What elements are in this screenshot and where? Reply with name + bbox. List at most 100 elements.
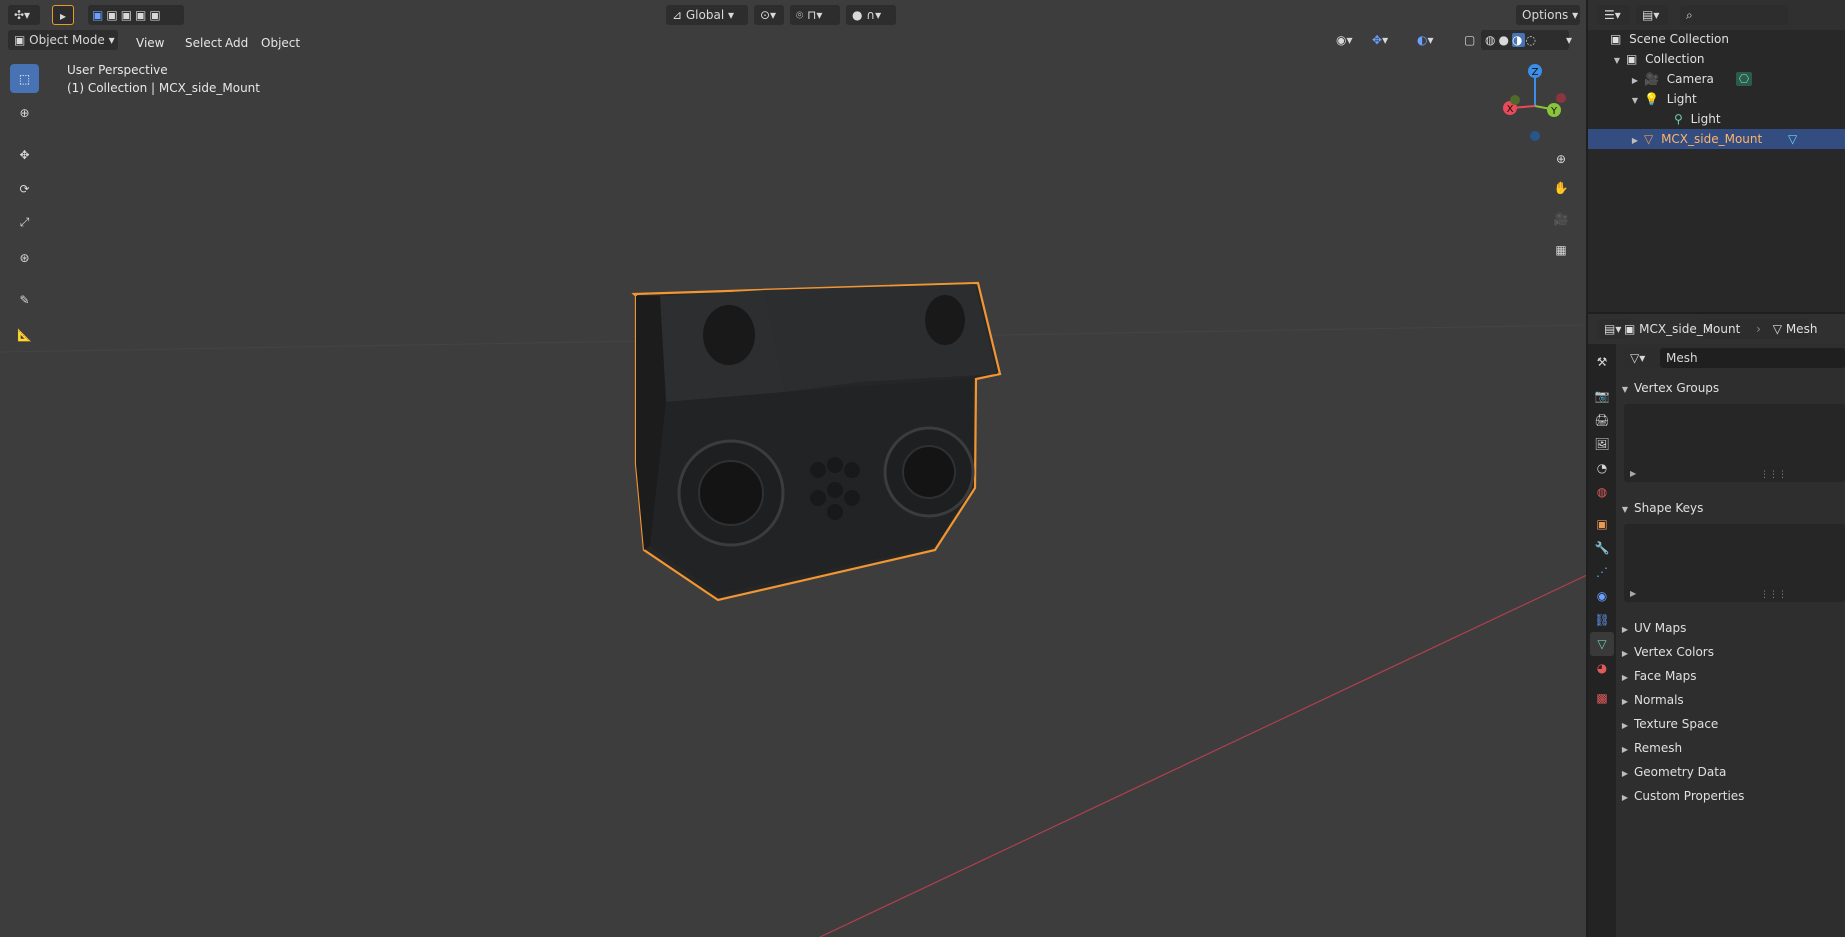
tab-object[interactable]: ▣ [1590, 512, 1614, 536]
outliner-item-mcx-side-mount[interactable]: ▶ ▽ MCX_side_Mount ▽ [1588, 129, 1845, 149]
panel-face-maps[interactable]: ▶ Face Maps [1616, 665, 1845, 687]
rotate-tool[interactable]: ⟳ [10, 174, 39, 203]
mesh-browse-button[interactable]: ▽▾ [1624, 348, 1660, 368]
3d-viewport[interactable]: ✣▾ ▸ ▣▣▣▣▣ ⊿ Global ▾ ⊙▾ ⌾ ⊓▾ ● ∩▾ Optio… [0, 0, 1587, 937]
panel-texture-space[interactable]: ▶ Texture Space [1616, 713, 1845, 735]
ortho-toggle-button[interactable]: ▦ [1547, 236, 1575, 264]
zoom-button[interactable]: ⊕ [1547, 145, 1575, 173]
resize-handle-icon[interactable]: ⋮⋮⋮ [1760, 470, 1787, 480]
menu-object[interactable]: Object [256, 33, 305, 53]
shape-keys-list[interactable]: ▶ ⋮⋮⋮ [1624, 524, 1845, 602]
proportional-edit-dropdown[interactable]: ● ∩▾ [846, 5, 896, 25]
outliner-item-camera[interactable]: ▶ 🎥 Camera ⎔ [1588, 69, 1845, 89]
shading-options-dropdown[interactable]: ▾ [1564, 30, 1582, 50]
transform-tool[interactable]: ⊛ [10, 243, 39, 272]
expand-triangle-icon[interactable]: ▶ [1626, 71, 1644, 91]
properties-editor[interactable]: ▤▾ ⌕ ⚒ 📷 🖨 🖼 ◔ ◍ ▣ 🔧 ⋰ ◉ ⛓ ▽ ◕ ▩ ▣ MCX_s… [1588, 314, 1845, 937]
expand-triangle-icon[interactable]: ▶ [1630, 589, 1636, 598]
select-tool-button[interactable]: ▸ [52, 5, 74, 25]
shading-mode-buttons[interactable]: ◍●◑◌ [1481, 30, 1569, 50]
expand-triangle-icon: ▶ [1621, 649, 1629, 658]
select-new-icon[interactable]: ▣ [92, 8, 106, 22]
outliner-item-light[interactable]: ▼ 💡 Light [1588, 89, 1845, 109]
expand-triangle-icon[interactable]: ▶ [1626, 131, 1644, 151]
tab-physics[interactable]: ◉ [1590, 584, 1614, 608]
tab-mesh-data[interactable]: ▽ [1590, 632, 1614, 656]
rendered-shading-icon[interactable]: ◌ [1525, 33, 1538, 47]
panel-vertex-colors[interactable]: ▶ Vertex Colors [1616, 641, 1845, 663]
transform-orientation-dropdown[interactable]: ⊿ Global ▾ [666, 5, 748, 25]
tab-render[interactable]: 📷 [1590, 384, 1614, 408]
viewport-scene[interactable] [0, 0, 1587, 937]
tab-scene[interactable]: ◔ [1590, 456, 1614, 480]
xray-toggle[interactable]: ▢ [1458, 30, 1476, 50]
tab-world[interactable]: ◍ [1590, 480, 1614, 504]
outliner-search-input[interactable]: ⌕ [1680, 5, 1788, 25]
tab-particles[interactable]: ⋰ [1590, 560, 1614, 584]
wireframe-shading-icon[interactable]: ◍ [1485, 33, 1498, 47]
camera-data-icon[interactable]: ⎔ [1735, 72, 1753, 86]
panel-custom-properties[interactable]: ▶ Custom Properties [1616, 785, 1845, 807]
mesh-data-icon[interactable]: ▽ [1788, 132, 1797, 146]
tab-material[interactable]: ◕ [1590, 656, 1614, 680]
tab-modifiers[interactable]: 🔧 [1590, 536, 1614, 560]
select-subtract-icon[interactable]: ▣ [121, 8, 135, 22]
outliner-item-collection[interactable]: ▼ ▣ Collection [1588, 49, 1845, 69]
transform-icon: ⊛ [19, 250, 30, 265]
orientation-icon: ⊿ [672, 8, 686, 22]
overlay-toggle[interactable]: ◐▾ [1411, 30, 1445, 50]
mesh-name-field[interactable]: Mesh [1660, 348, 1845, 368]
annotate-tool[interactable]: ✎ [10, 285, 39, 314]
tab-output[interactable]: 🖨 [1590, 408, 1614, 432]
panel-uv-maps[interactable]: ▶ UV Maps [1616, 617, 1845, 639]
panel-normals[interactable]: ▶ Normals [1616, 689, 1845, 711]
zoom-icon: ⊕ [1555, 152, 1567, 166]
vertex-groups-list[interactable]: ▶ ⋮⋮⋮ [1624, 404, 1845, 482]
mode-dropdown[interactable]: ▣ Object Mode ▾ [8, 30, 118, 50]
panel-geometry-data[interactable]: ▶ Geometry Data [1616, 761, 1845, 783]
material-shading-icon[interactable]: ◑ [1511, 33, 1526, 47]
collection-icon: ▣ [1626, 52, 1638, 66]
navigation-gizmo[interactable]: Z Y X [1490, 58, 1570, 148]
move-icon: ✥ [19, 147, 30, 162]
object-top-face-right [765, 284, 997, 392]
editor-type-button[interactable]: ✣▾ [8, 5, 40, 25]
outliner-editor-type-button[interactable]: ☰▾ [1598, 5, 1630, 25]
outliner-editor[interactable]: ☰▾ ▤▾ ⌕ ▣ Scene Collection ▼ ▣ Collection… [1588, 0, 1845, 312]
display-mode-dropdown[interactable]: ▤▾ [1636, 5, 1668, 25]
tab-tool[interactable]: ⚒ [1590, 350, 1614, 374]
selection-mode-buttons[interactable]: ▣▣▣▣▣ [88, 5, 184, 25]
camera-object-icon: 🎥 [1644, 72, 1659, 86]
camera-view-button[interactable]: 🎥 [1547, 205, 1575, 233]
options-dropdown[interactable]: Options ▾ [1516, 5, 1580, 25]
cursor-tool[interactable]: ⊕ [10, 98, 39, 127]
panel-shape-keys[interactable]: ▼ Shape Keys [1616, 497, 1845, 519]
move-tool[interactable]: ✥ [10, 140, 39, 169]
measure-tool[interactable]: 📐 [10, 320, 39, 349]
expand-triangle-icon[interactable]: ▶ [1630, 469, 1636, 478]
select-intersect-icon[interactable]: ▣ [149, 8, 163, 22]
pivot-point-dropdown[interactable]: ⊙▾ [754, 5, 784, 25]
resize-handle-icon[interactable]: ⋮⋮⋮ [1760, 590, 1787, 600]
outliner-item-light-data[interactable]: ⚲ Light [1588, 109, 1845, 129]
gizmo-toggle[interactable]: ✥▾ [1366, 30, 1400, 50]
tab-constraints[interactable]: ⛓ [1590, 608, 1614, 632]
mounting-hole-right [925, 295, 965, 345]
menu-view[interactable]: View [131, 33, 169, 53]
panel-remesh[interactable]: ▶ Remesh [1616, 737, 1845, 759]
solid-shading-icon[interactable]: ● [1498, 33, 1511, 47]
visibility-dropdown[interactable]: ◉▾ [1330, 30, 1360, 50]
collapse-triangle-icon[interactable]: ▼ [1608, 51, 1626, 71]
snap-dropdown[interactable]: ⌾ ⊓▾ [790, 5, 840, 25]
select-invert-icon[interactable]: ▣ [135, 8, 149, 22]
tab-view-layer[interactable]: 🖼 [1590, 432, 1614, 456]
panel-vertex-groups[interactable]: ▼ Vertex Groups [1616, 377, 1845, 399]
select-box-tool[interactable]: ⬚ [10, 64, 39, 93]
tab-texture[interactable]: ▩ [1590, 686, 1614, 710]
collapse-triangle-icon[interactable]: ▼ [1626, 91, 1644, 111]
outliner-scene-collection[interactable]: ▣ Scene Collection [1588, 29, 1845, 49]
select-extend-icon[interactable]: ▣ [106, 8, 120, 22]
scale-tool[interactable]: ⤢ [10, 208, 39, 237]
pan-button[interactable]: ✋ [1547, 174, 1575, 202]
menu-add[interactable]: Add [220, 33, 253, 53]
